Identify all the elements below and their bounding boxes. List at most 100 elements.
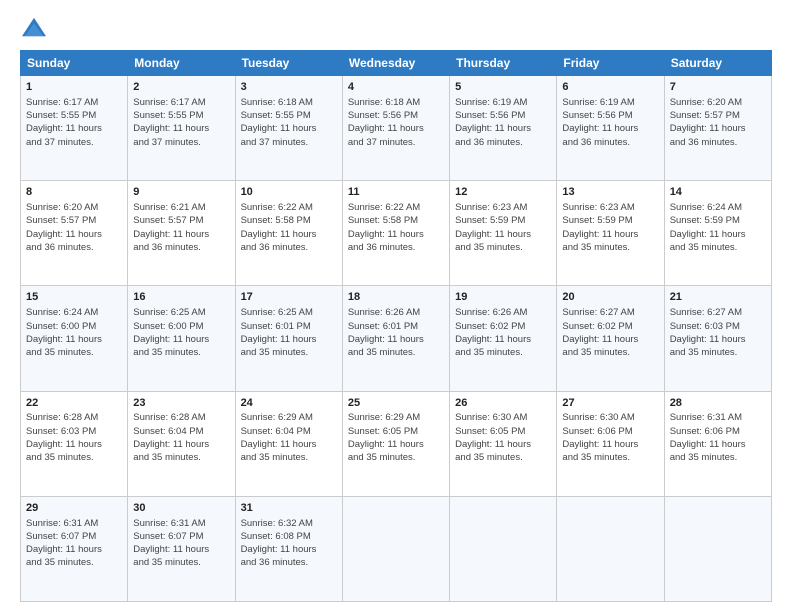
day-cell-8: 8Sunrise: 6:20 AMSunset: 5:57 PMDaylight… — [21, 181, 128, 286]
day-cell-23: 23Sunrise: 6:28 AMSunset: 6:04 PMDayligh… — [128, 391, 235, 496]
day-cell-27: 27Sunrise: 6:30 AMSunset: 6:06 PMDayligh… — [557, 391, 664, 496]
day-number: 30 — [133, 501, 229, 516]
empty-cell — [557, 496, 664, 601]
day-cell-2: 2Sunrise: 6:17 AMSunset: 5:55 PMDaylight… — [128, 76, 235, 181]
day-cell-4: 4Sunrise: 6:18 AMSunset: 5:56 PMDaylight… — [342, 76, 449, 181]
day-cell-6: 6Sunrise: 6:19 AMSunset: 5:56 PMDaylight… — [557, 76, 664, 181]
day-cell-10: 10Sunrise: 6:22 AMSunset: 5:58 PMDayligh… — [235, 181, 342, 286]
day-number: 3 — [241, 80, 337, 95]
weekday-header-monday: Monday — [128, 51, 235, 76]
day-number: 6 — [562, 80, 658, 95]
day-number: 15 — [26, 290, 122, 305]
day-cell-18: 18Sunrise: 6:26 AMSunset: 6:01 PMDayligh… — [342, 286, 449, 391]
day-detail: Sunrise: 6:20 AMSunset: 5:57 PMDaylight:… — [670, 96, 766, 149]
day-cell-12: 12Sunrise: 6:23 AMSunset: 5:59 PMDayligh… — [450, 181, 557, 286]
day-number: 24 — [241, 396, 337, 411]
day-detail: Sunrise: 6:26 AMSunset: 6:02 PMDaylight:… — [455, 306, 551, 359]
day-detail: Sunrise: 6:23 AMSunset: 5:59 PMDaylight:… — [562, 201, 658, 254]
day-number: 20 — [562, 290, 658, 305]
day-cell-29: 29Sunrise: 6:31 AMSunset: 6:07 PMDayligh… — [21, 496, 128, 601]
day-number: 23 — [133, 396, 229, 411]
logo-icon — [20, 16, 48, 40]
day-detail: Sunrise: 6:24 AMSunset: 6:00 PMDaylight:… — [26, 306, 122, 359]
day-cell-24: 24Sunrise: 6:29 AMSunset: 6:04 PMDayligh… — [235, 391, 342, 496]
day-number: 13 — [562, 185, 658, 200]
day-cell-15: 15Sunrise: 6:24 AMSunset: 6:00 PMDayligh… — [21, 286, 128, 391]
weekday-header-friday: Friday — [557, 51, 664, 76]
day-number: 12 — [455, 185, 551, 200]
day-number: 21 — [670, 290, 766, 305]
weekday-header-tuesday: Tuesday — [235, 51, 342, 76]
day-cell-1: 1Sunrise: 6:17 AMSunset: 5:55 PMDaylight… — [21, 76, 128, 181]
day-number: 19 — [455, 290, 551, 305]
day-detail: Sunrise: 6:29 AMSunset: 6:05 PMDaylight:… — [348, 411, 444, 464]
day-cell-16: 16Sunrise: 6:25 AMSunset: 6:00 PMDayligh… — [128, 286, 235, 391]
day-number: 8 — [26, 185, 122, 200]
day-cell-21: 21Sunrise: 6:27 AMSunset: 6:03 PMDayligh… — [664, 286, 771, 391]
week-row-1: 1Sunrise: 6:17 AMSunset: 5:55 PMDaylight… — [21, 76, 772, 181]
day-number: 10 — [241, 185, 337, 200]
day-detail: Sunrise: 6:19 AMSunset: 5:56 PMDaylight:… — [455, 96, 551, 149]
day-detail: Sunrise: 6:28 AMSunset: 6:03 PMDaylight:… — [26, 411, 122, 464]
day-detail: Sunrise: 6:17 AMSunset: 5:55 PMDaylight:… — [133, 96, 229, 149]
day-number: 28 — [670, 396, 766, 411]
week-row-4: 22Sunrise: 6:28 AMSunset: 6:03 PMDayligh… — [21, 391, 772, 496]
empty-cell — [450, 496, 557, 601]
day-detail: Sunrise: 6:27 AMSunset: 6:03 PMDaylight:… — [670, 306, 766, 359]
day-detail: Sunrise: 6:20 AMSunset: 5:57 PMDaylight:… — [26, 201, 122, 254]
day-number: 18 — [348, 290, 444, 305]
empty-cell — [342, 496, 449, 601]
day-cell-7: 7Sunrise: 6:20 AMSunset: 5:57 PMDaylight… — [664, 76, 771, 181]
day-detail: Sunrise: 6:26 AMSunset: 6:01 PMDaylight:… — [348, 306, 444, 359]
day-cell-17: 17Sunrise: 6:25 AMSunset: 6:01 PMDayligh… — [235, 286, 342, 391]
weekday-header-row: SundayMondayTuesdayWednesdayThursdayFrid… — [21, 51, 772, 76]
day-detail: Sunrise: 6:31 AMSunset: 6:07 PMDaylight:… — [26, 517, 122, 570]
day-number: 9 — [133, 185, 229, 200]
day-detail: Sunrise: 6:28 AMSunset: 6:04 PMDaylight:… — [133, 411, 229, 464]
day-detail: Sunrise: 6:22 AMSunset: 5:58 PMDaylight:… — [348, 201, 444, 254]
day-cell-26: 26Sunrise: 6:30 AMSunset: 6:05 PMDayligh… — [450, 391, 557, 496]
week-row-2: 8Sunrise: 6:20 AMSunset: 5:57 PMDaylight… — [21, 181, 772, 286]
day-detail: Sunrise: 6:22 AMSunset: 5:58 PMDaylight:… — [241, 201, 337, 254]
weekday-header-sunday: Sunday — [21, 51, 128, 76]
day-cell-5: 5Sunrise: 6:19 AMSunset: 5:56 PMDaylight… — [450, 76, 557, 181]
empty-cell — [664, 496, 771, 601]
weekday-header-thursday: Thursday — [450, 51, 557, 76]
day-cell-11: 11Sunrise: 6:22 AMSunset: 5:58 PMDayligh… — [342, 181, 449, 286]
day-number: 14 — [670, 185, 766, 200]
day-detail: Sunrise: 6:32 AMSunset: 6:08 PMDaylight:… — [241, 517, 337, 570]
day-detail: Sunrise: 6:25 AMSunset: 6:01 PMDaylight:… — [241, 306, 337, 359]
page: SundayMondayTuesdayWednesdayThursdayFrid… — [0, 0, 792, 612]
day-detail: Sunrise: 6:30 AMSunset: 6:06 PMDaylight:… — [562, 411, 658, 464]
day-cell-25: 25Sunrise: 6:29 AMSunset: 6:05 PMDayligh… — [342, 391, 449, 496]
day-cell-22: 22Sunrise: 6:28 AMSunset: 6:03 PMDayligh… — [21, 391, 128, 496]
weekday-header-wednesday: Wednesday — [342, 51, 449, 76]
day-detail: Sunrise: 6:31 AMSunset: 6:07 PMDaylight:… — [133, 517, 229, 570]
day-number: 1 — [26, 80, 122, 95]
day-detail: Sunrise: 6:31 AMSunset: 6:06 PMDaylight:… — [670, 411, 766, 464]
day-detail: Sunrise: 6:23 AMSunset: 5:59 PMDaylight:… — [455, 201, 551, 254]
day-detail: Sunrise: 6:24 AMSunset: 5:59 PMDaylight:… — [670, 201, 766, 254]
day-number: 25 — [348, 396, 444, 411]
day-cell-13: 13Sunrise: 6:23 AMSunset: 5:59 PMDayligh… — [557, 181, 664, 286]
header — [20, 16, 772, 40]
day-detail: Sunrise: 6:25 AMSunset: 6:00 PMDaylight:… — [133, 306, 229, 359]
logo — [20, 16, 52, 40]
day-detail: Sunrise: 6:17 AMSunset: 5:55 PMDaylight:… — [26, 96, 122, 149]
day-cell-3: 3Sunrise: 6:18 AMSunset: 5:55 PMDaylight… — [235, 76, 342, 181]
day-number: 11 — [348, 185, 444, 200]
day-number: 16 — [133, 290, 229, 305]
day-detail: Sunrise: 6:29 AMSunset: 6:04 PMDaylight:… — [241, 411, 337, 464]
day-detail: Sunrise: 6:21 AMSunset: 5:57 PMDaylight:… — [133, 201, 229, 254]
day-detail: Sunrise: 6:19 AMSunset: 5:56 PMDaylight:… — [562, 96, 658, 149]
day-cell-20: 20Sunrise: 6:27 AMSunset: 6:02 PMDayligh… — [557, 286, 664, 391]
day-number: 17 — [241, 290, 337, 305]
weekday-header-saturday: Saturday — [664, 51, 771, 76]
day-number: 2 — [133, 80, 229, 95]
day-number: 22 — [26, 396, 122, 411]
day-number: 27 — [562, 396, 658, 411]
day-detail: Sunrise: 6:30 AMSunset: 6:05 PMDaylight:… — [455, 411, 551, 464]
day-cell-9: 9Sunrise: 6:21 AMSunset: 5:57 PMDaylight… — [128, 181, 235, 286]
day-cell-14: 14Sunrise: 6:24 AMSunset: 5:59 PMDayligh… — [664, 181, 771, 286]
day-cell-28: 28Sunrise: 6:31 AMSunset: 6:06 PMDayligh… — [664, 391, 771, 496]
